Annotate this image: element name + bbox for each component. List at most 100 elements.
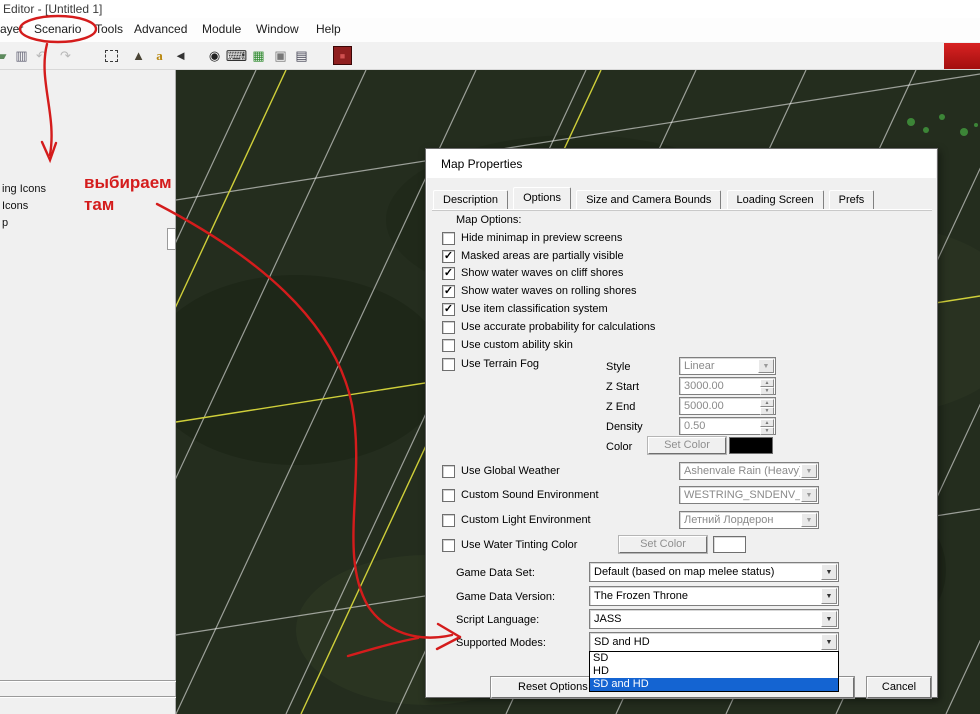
checkbox[interactable] [442, 357, 455, 371]
tab-description[interactable]: Description [433, 190, 509, 209]
tab-separator [432, 209, 932, 210]
spinner-buttons[interactable]: ▲ ▼ [760, 419, 774, 435]
checkbox[interactable]: ✓ [442, 302, 455, 316]
doodad-icon[interactable]: ◉ [205, 46, 224, 65]
tab-prefs[interactable]: Prefs [828, 190, 875, 209]
checkbox[interactable] [442, 488, 455, 502]
checkbox[interactable]: ✓ [442, 249, 455, 263]
dropdown-option-sd-and-hd[interactable]: SD and HD [590, 678, 838, 691]
fog-style-select[interactable]: Linear ▼ [679, 357, 776, 375]
left-panel: ing Icons Icons p [0, 70, 176, 714]
supported-modes-select[interactable]: SD and HD ▼ [589, 632, 839, 652]
dropdown-option-sd[interactable]: SD [590, 652, 838, 665]
chevron-down-icon: ▼ [821, 564, 837, 580]
sound-environment-select[interactable]: WESTRING_SNDENV_DEFAI ▼ [679, 486, 819, 504]
panel-item[interactable]: Icons [2, 200, 28, 212]
fog-zstart-input[interactable]: 3000.00 ▲ ▼ [679, 377, 776, 395]
chevron-down-icon: ▼ [758, 359, 774, 373]
water-color-swatch [713, 536, 746, 553]
checkbox[interactable] [442, 513, 455, 527]
fog-zstart-label: Z Start [606, 381, 640, 393]
export-icon[interactable]: ▤ [292, 46, 311, 65]
dialog-titlebar[interactable]: Map Properties [427, 150, 936, 178]
checkbox-row: Use accurate probability for calculation… [442, 320, 655, 334]
script-language-label: Script Language: [456, 614, 540, 626]
toolbar: ▰ ▥ ↶ ↷ ▲ a ◄ ◉ ⌨ ▦ ▣ ▤ ■ [0, 42, 980, 70]
chevron-down-icon: ▼ [801, 464, 817, 478]
checkbox[interactable] [442, 464, 455, 478]
cancel-button[interactable]: Cancel [867, 677, 931, 698]
checkbox-row: Hide minimap in preview screens [442, 231, 622, 245]
copy-icon[interactable]: ▥ [12, 46, 31, 65]
checkbox-row: Custom Light Environment [442, 513, 591, 527]
grid-icon[interactable]: ▦ [249, 46, 268, 65]
game-data-version-select[interactable]: The Frozen Throne ▼ [589, 586, 839, 606]
fog-density-input[interactable]: 0.50 ▲ ▼ [679, 417, 776, 435]
menu-help[interactable]: Help [316, 22, 341, 36]
undo-icon[interactable]: ↶ [32, 46, 51, 65]
dialog-tabs: Description Options Size and Camera Boun… [433, 187, 876, 209]
terrain-icon[interactable]: ▲ [129, 46, 148, 65]
chevron-down-icon: ▼ [801, 513, 817, 527]
sound-icon[interactable]: ◄ [171, 46, 190, 65]
dropdown-option-hd[interactable]: HD [590, 665, 838, 678]
panel-scroll-handle[interactable] [167, 228, 176, 250]
keyboard-icon[interactable]: ⌨ [226, 46, 248, 65]
checkbox-row: ✓ Show water waves on cliff shores [442, 266, 624, 280]
chevron-down-icon: ▼ [821, 634, 837, 650]
tab-loading-screen[interactable]: Loading Screen [726, 190, 824, 209]
checkbox[interactable] [442, 320, 455, 334]
annotation-text: выбираем там [84, 173, 172, 214]
checkbox-row: ✓ Masked areas are partially visible [442, 249, 624, 263]
checkbox-row: Use Global Weather [442, 464, 560, 478]
map-properties-dialog: Map Properties Description Options Size … [425, 148, 938, 698]
checkbox[interactable] [442, 538, 455, 552]
fog-zend-input[interactable]: 5000.00 ▲ ▼ [679, 397, 776, 415]
fog-style-label: Style [606, 361, 631, 373]
checkbox[interactable] [442, 338, 455, 352]
test-map-icon[interactable]: ■ [333, 46, 352, 65]
fog-set-color-button[interactable]: Set Color [648, 437, 726, 454]
light-environment-select[interactable]: Летний Лордерон ▼ [679, 511, 819, 529]
fog-color-label: Color [606, 441, 633, 453]
select-marquee-icon[interactable] [102, 46, 121, 65]
menu-window[interactable]: Window [256, 22, 299, 36]
checkbox-row: Use Water Tinting Color [442, 538, 577, 552]
menu-advanced[interactable]: Advanced [134, 22, 187, 36]
menu-layer[interactable]: ayer [0, 22, 23, 36]
game-data-set-select[interactable]: Default (based on map melee status) ▼ [589, 562, 839, 582]
texture-icon[interactable]: a [150, 46, 169, 65]
redo-icon[interactable]: ↷ [56, 46, 75, 65]
global-weather-select[interactable]: Ashenvale Rain (Heavy) ▼ [679, 462, 819, 480]
partial-icon[interactable]: ▰ [0, 46, 11, 65]
water-set-color-button[interactable]: Set Color [619, 536, 707, 553]
menu-module[interactable]: Module [202, 22, 241, 36]
panel-item[interactable]: p [2, 217, 8, 229]
checkbox[interactable]: ✓ [442, 266, 455, 280]
script-language-select[interactable]: JASS ▼ [589, 609, 839, 629]
panel-divider [0, 696, 176, 698]
checkbox[interactable]: ✓ [442, 284, 455, 298]
checkbox-row: Use custom ability skin [442, 338, 573, 352]
window-title: Editor - [Untitled 1] [3, 2, 103, 16]
window-titlebar[interactable]: Editor - [Untitled 1] [0, 0, 980, 18]
menu-bar: ayer Scenario Tools Advanced Module Wind… [0, 18, 980, 42]
fog-density-label: Density [606, 421, 643, 433]
chevron-down-icon: ▼ [821, 611, 837, 627]
panel-item[interactable]: ing Icons [2, 183, 46, 195]
dialog-title: Map Properties [441, 157, 523, 171]
tab-options[interactable]: Options [513, 187, 572, 209]
chevron-down-icon: ▼ [801, 488, 817, 502]
menu-scenario[interactable]: Scenario [34, 22, 81, 36]
unit-icon[interactable]: ▣ [271, 46, 290, 65]
checkbox[interactable] [442, 231, 455, 245]
tab-size-camera[interactable]: Size and Camera Bounds [576, 190, 722, 209]
spinner-buttons[interactable]: ▲ ▼ [760, 379, 774, 395]
panel-divider [0, 680, 176, 682]
spinner-buttons[interactable]: ▲ ▼ [760, 399, 774, 415]
fog-color-swatch [729, 437, 773, 454]
checkbox-row: ✓ Show water waves on rolling shores [442, 284, 637, 298]
fog-zend-label: Z End [606, 401, 636, 413]
game-data-version-label: Game Data Version: [456, 591, 556, 603]
menu-tools[interactable]: Tools [95, 22, 123, 36]
